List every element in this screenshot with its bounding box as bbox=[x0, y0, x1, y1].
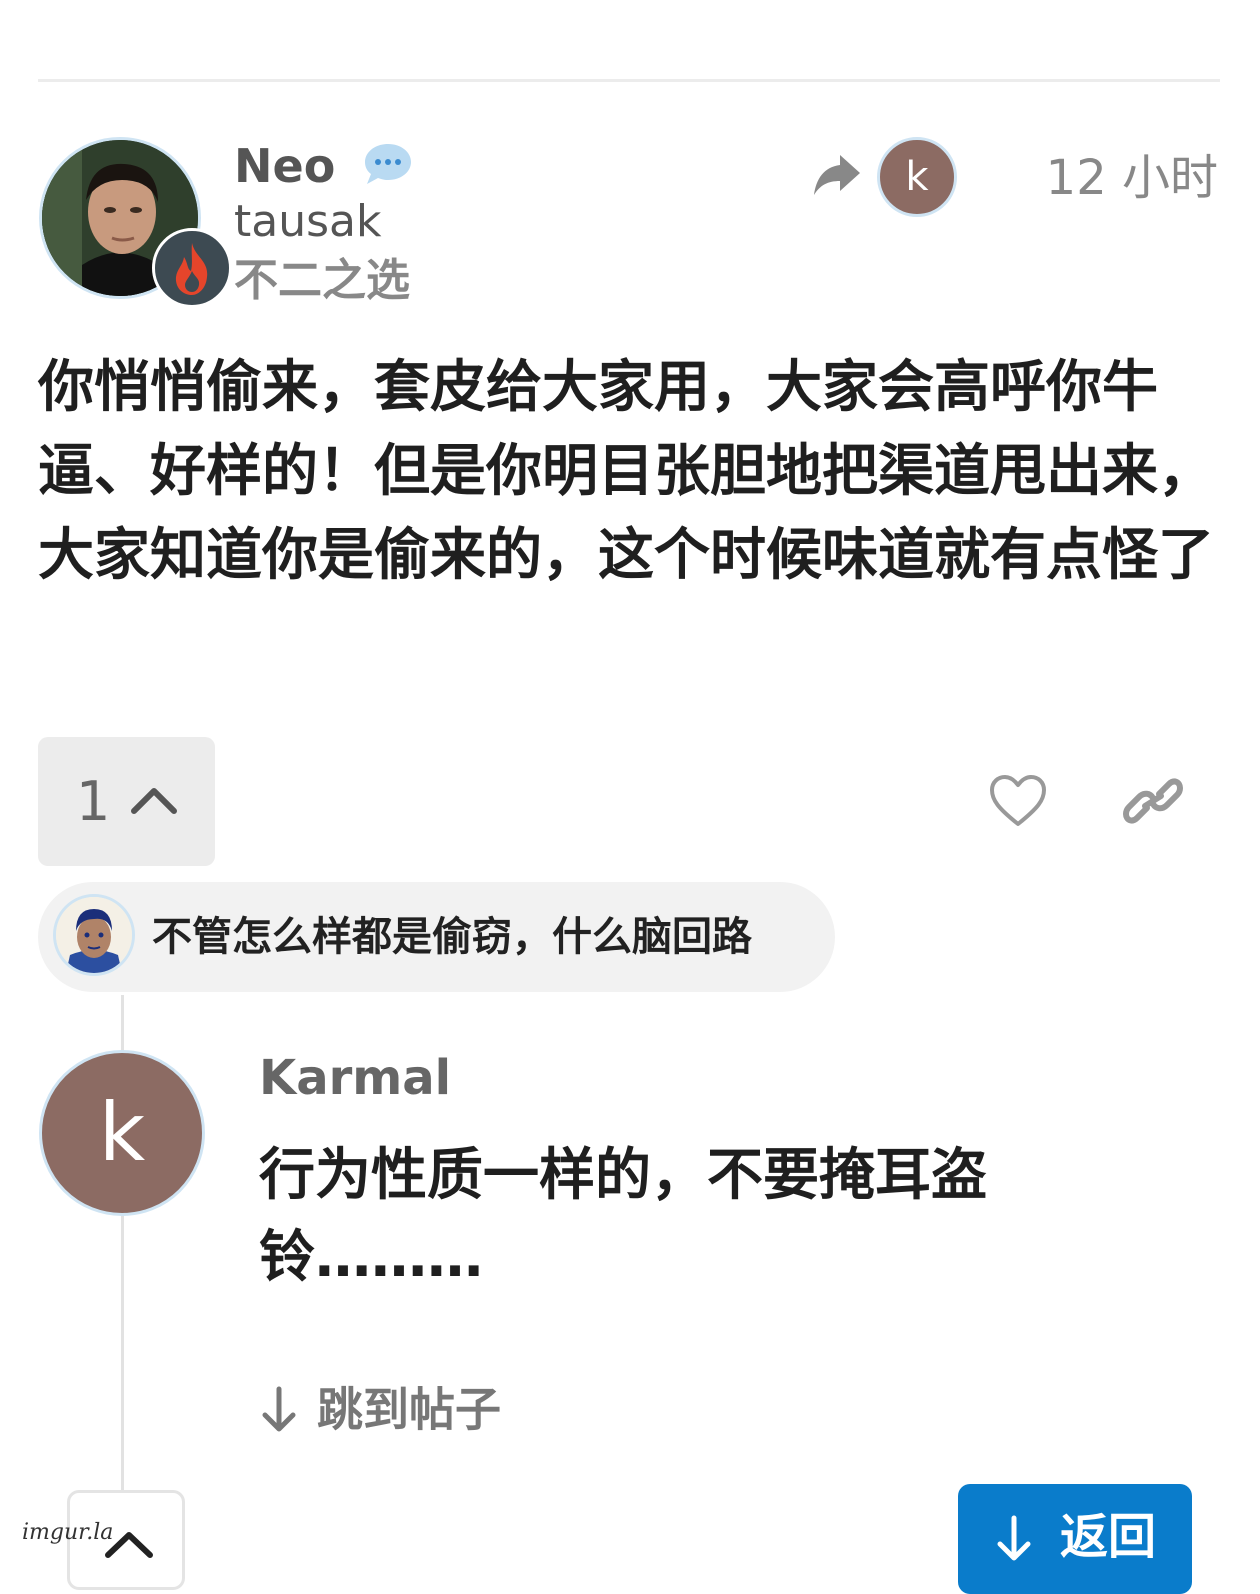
author-title: 不二之选 bbox=[234, 255, 410, 306]
author-handle: tausak bbox=[234, 196, 382, 247]
arrow-down-icon bbox=[262, 1386, 296, 1431]
cartoon-face-avatar bbox=[53, 894, 135, 976]
quoted-reply-text: 不管怎么样都是偷窃，什么脑回路 bbox=[152, 914, 752, 960]
reply-arrow-icon bbox=[810, 153, 862, 201]
arrow-down-icon bbox=[997, 1515, 1031, 1561]
reply-username[interactable]: Karmal bbox=[259, 1050, 451, 1106]
post-time[interactable]: 12 小时 bbox=[1046, 150, 1218, 206]
watermark: imgur.la bbox=[22, 1520, 114, 1545]
chat-bubble-icon[interactable] bbox=[362, 140, 414, 192]
quoted-reply[interactable]: 不管怎么样都是偷窃，什么脑回路 bbox=[38, 882, 835, 992]
jump-to-post-link[interactable]: 跳到帖子 bbox=[259, 1376, 501, 1437]
upvote-button[interactable]: 1 bbox=[38, 737, 215, 866]
post-body: 你悄悄偷来，套皮给大家用，大家会高呼你牛逼、好样的！但是你明目张胆地把渠道甩出来… bbox=[38, 355, 1214, 588]
vote-count: 1 bbox=[76, 770, 111, 833]
top-divider bbox=[38, 79, 1220, 82]
back-button-label: 返回 bbox=[1060, 1509, 1157, 1565]
reply-body: 行为性质一样的，不要掩耳盗铃……… bbox=[259, 1143, 987, 1290]
chevron-up-icon bbox=[130, 781, 178, 821]
link-icon[interactable] bbox=[1122, 776, 1184, 830]
reply-avatar[interactable]: k bbox=[39, 1050, 205, 1216]
heart-icon[interactable] bbox=[988, 774, 1048, 832]
flame-flair-icon bbox=[152, 228, 232, 308]
back-button[interactable]: 返回 bbox=[958, 1484, 1192, 1594]
reply-to-avatar[interactable]: k bbox=[877, 137, 957, 217]
jump-to-post-label: 跳到帖子 bbox=[317, 1382, 501, 1437]
author-username[interactable]: Neo bbox=[234, 138, 335, 194]
